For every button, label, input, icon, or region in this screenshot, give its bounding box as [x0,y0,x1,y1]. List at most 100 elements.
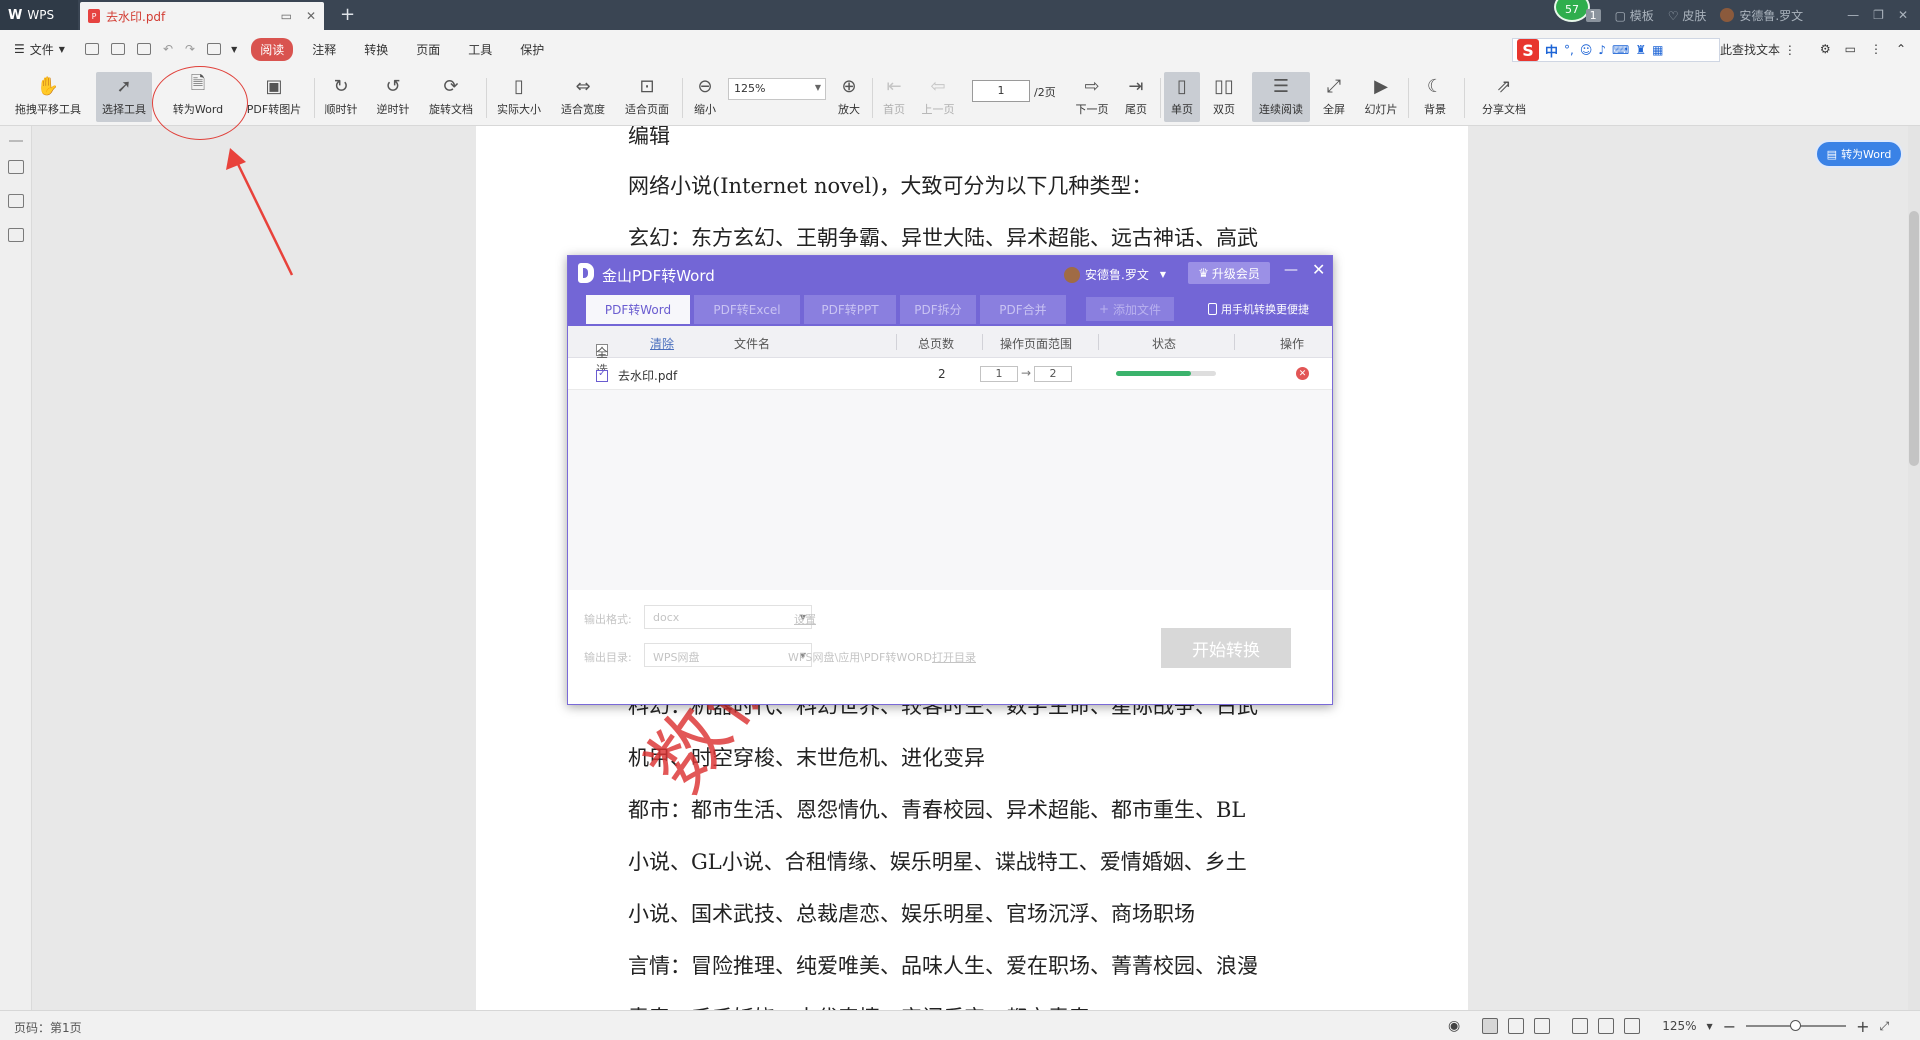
single-page-button[interactable]: ▯ 单页 [1164,72,1200,122]
dialog-minimize-icon[interactable]: — [1284,262,1298,278]
upgrade-vip-button[interactable]: ♛ 升级会员 [1188,262,1270,284]
new-tab-button[interactable]: + [340,4,355,25]
slideshow-button[interactable]: ▶ 幻灯片 [1360,72,1402,122]
share-doc-button[interactable]: ⇗ 分享文档 [1476,72,1532,122]
ime-chinese-mode[interactable]: 中 [1545,41,1558,60]
double-page-button[interactable]: ▯▯ 双页 [1204,72,1244,122]
skin-label: 皮肤 [1682,8,1707,23]
last-page-icon: ⇥ [1128,75,1144,97]
float-to-word-button[interactable]: ▤ 转为Word [1815,140,1903,168]
zoom-out-button[interactable]: ⊖ 缩小 [688,72,722,122]
menu-page[interactable]: 页面 [407,38,449,61]
last-page-button[interactable]: ⇥ 尾页 [1118,72,1154,122]
eye-icon[interactable]: ◉ [1448,1018,1460,1034]
sogou-ime-icon[interactable]: S [1517,39,1539,61]
single-view-icon[interactable] [1482,1018,1499,1034]
output-format-select[interactable]: docx ▼ [644,605,812,629]
row-checkbox[interactable] [596,368,608,382]
gear-icon[interactable]: ⚙ [1820,42,1831,56]
fit-page-status-icon[interactable] [1598,1018,1615,1034]
zoom-out-status-icon[interactable]: − [1723,1017,1736,1036]
prev-page-button[interactable]: ⇦ 上一页 [916,72,960,122]
toolbar-divider [1160,78,1161,118]
zoom-in-icon: ⊕ [841,75,857,97]
scrollbar-thumb[interactable] [1909,211,1919,466]
collapse-ribbon-icon[interactable]: ⌃ [1896,42,1906,56]
output-dir-select[interactable]: WPS网盘 ▼ [644,643,812,667]
continuous-read-button[interactable]: ☰ 连续阅读 [1252,72,1310,122]
zoom-select[interactable]: 125% ▼ [728,78,826,100]
template-label: 模板 [1629,8,1654,23]
actual-size-status-icon[interactable] [1624,1018,1641,1034]
user-account[interactable]: 安德鲁.罗文 [1720,7,1803,24]
keyboard-icon[interactable]: ⌨ [1612,43,1629,57]
comment-icon[interactable]: ▭ [1845,42,1856,56]
punctuation-icon[interactable]: °, [1564,43,1574,57]
toolbox-icon[interactable]: ▦ [1652,43,1663,57]
float-to-word-label: 转为Word [1841,148,1892,161]
fit-page-label: 适合页面 [625,103,669,116]
range-from-input[interactable]: 1 [980,366,1018,382]
add-file-button[interactable]: + 添加文件 [1086,297,1174,321]
microphone-icon[interactable]: ♪ [1598,43,1606,57]
page-text-line: 编辑 [628,126,670,148]
emoji-icon[interactable]: ☺ [1580,43,1593,57]
page-number-input[interactable]: 1 [972,80,1030,102]
notification-count[interactable]: 1 [1585,8,1601,22]
delete-icon[interactable]: ✕ [1296,367,1309,380]
menu-tools[interactable]: 工具 [459,38,501,61]
maximize-icon[interactable]: ❐ [1873,8,1884,22]
tab-pdf-split[interactable]: PDF拆分 [900,295,976,324]
skin-button[interactable]: ♡ 皮肤 [1668,7,1707,24]
template-button[interactable]: ▢ 模板 [1615,7,1654,24]
next-page-button[interactable]: ⇨ 下一页 [1070,72,1114,122]
tab-pdf-to-excel[interactable]: PDF转Excel [694,295,800,324]
find-text[interactable]: 此查找文本 ⋮ [1720,41,1796,58]
menu-right-group: 此查找文本 ⋮ ⚙ ▭ ⋮ ⌃ [1720,30,1906,68]
continuous-view-icon[interactable] [1508,1018,1525,1034]
more-icon[interactable]: ⋮ [1870,42,1882,56]
menu-convert[interactable]: 转换 [355,38,397,61]
vertical-scrollbar[interactable] [1908,126,1920,1010]
rotate-doc-button[interactable]: ⟳ 旋转文档 [424,72,478,122]
col-pages: 总页数 [918,337,955,351]
zoom-in-button[interactable]: ⊕ 放大 [832,72,866,122]
table-row[interactable]: 去水印.pdf 2 1 → 2 ✕ [568,358,1332,390]
tab-pdf-merge[interactable]: PDF合并 [980,295,1066,324]
close-window-icon[interactable]: ✕ [1898,8,1908,22]
settings-link[interactable]: 设置 [794,611,816,627]
tab-pdf-to-ppt[interactable]: PDF转PPT [804,295,896,324]
fit-width-button[interactable]: ⇔ 适合宽度 [556,72,610,122]
rotate-cw-button[interactable]: ↻ 顺时针 [320,72,362,122]
first-page-button[interactable]: ⇤ 首页 [876,72,912,122]
minimize-icon[interactable]: — [1847,8,1859,22]
fullscreen-status-icon[interactable]: ⤢ [1880,1019,1890,1034]
start-convert-button[interactable]: 开始转换 [1161,628,1291,668]
phone-convert-link[interactable]: 用手机转换更便捷 [1208,301,1309,317]
chevron-down-icon[interactable]: ▼ [1707,1022,1713,1031]
zoom-level[interactable]: 125% [1662,1019,1696,1033]
status-right-group: ◉ 125% ▼ − + ⤢ [1448,1015,1889,1037]
open-dir-link[interactable]: 打开目录 [932,649,976,665]
progress-fill [1116,371,1191,376]
rotate-ccw-icon: ↺ [385,75,401,97]
zoom-in-status-icon[interactable]: + [1856,1017,1869,1036]
fullscreen-button[interactable]: ⤢ 全屏 [1316,72,1352,122]
toolbar-divider [1408,78,1409,118]
dialog-close-icon[interactable]: ✕ [1312,260,1325,279]
dialog-user[interactable]: 安德鲁.罗文 ▼ [1064,266,1166,283]
actual-size-button[interactable]: ▯ 实际大小 [492,72,546,122]
zoom-slider[interactable] [1746,1020,1847,1031]
zoom-slider-knob[interactable] [1790,1020,1802,1031]
skin-shirt-icon[interactable]: ♜ [1635,43,1646,57]
rotate-ccw-button[interactable]: ↺ 逆时针 [372,72,414,122]
fit-width-status-icon[interactable] [1572,1018,1589,1034]
clear-link[interactable]: 清除 [650,335,674,352]
tab-pdf-to-word[interactable]: PDF转Word [586,295,690,324]
share-icon: ⇗ [1496,75,1512,97]
fit-page-button[interactable]: ⊡ 适合页面 [620,72,674,122]
background-button[interactable]: ☾ 背景 [1414,72,1456,122]
book-view-icon[interactable] [1534,1018,1551,1034]
range-to-input[interactable]: 2 [1034,366,1072,382]
menu-protect[interactable]: 保护 [511,38,553,61]
